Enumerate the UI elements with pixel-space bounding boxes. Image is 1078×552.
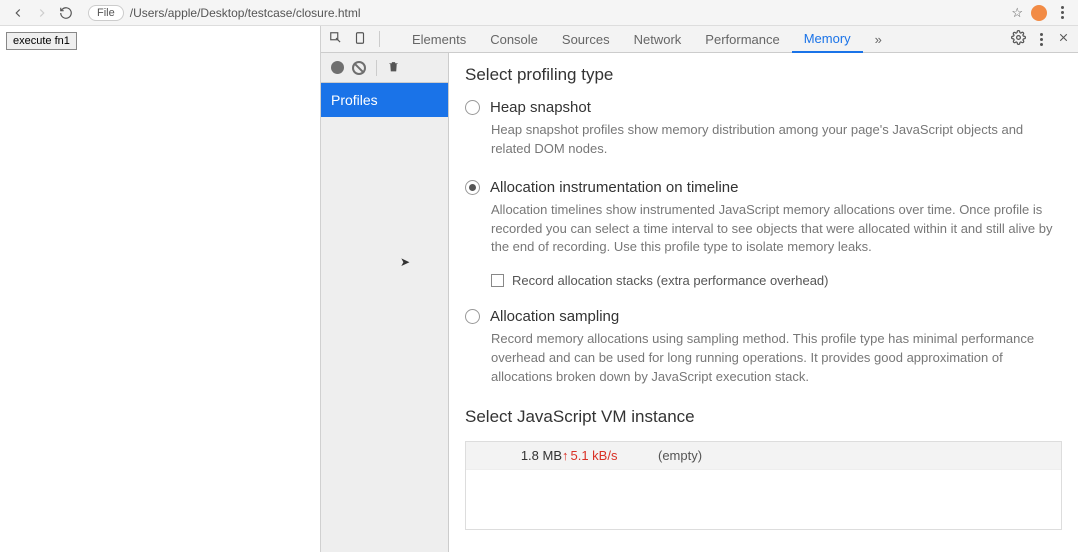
clear-button-icon[interactable] [352, 61, 366, 75]
tabs-overflow[interactable]: » [863, 26, 894, 53]
radio-allocation-sampling[interactable] [465, 309, 480, 324]
option-label[interactable]: Allocation instrumentation on timeline [490, 179, 738, 196]
option-allocation-timeline: Allocation instrumentation on timeline A… [465, 179, 1062, 289]
vm-instance-table: 1.8 MB ↑ 5.1 kB/s (empty) [465, 441, 1062, 530]
option-label[interactable]: Allocation sampling [490, 308, 619, 325]
profiles-sidebar: Profiles [321, 53, 449, 552]
url-path: /Users/apple/Desktop/testcase/closure.ht… [130, 6, 361, 20]
section-title: Select profiling type [465, 65, 1062, 85]
vm-name: (empty) [658, 448, 702, 463]
vm-memory: 1.8 MB [476, 448, 562, 463]
settings-icon[interactable] [1011, 30, 1026, 48]
divider [376, 60, 377, 76]
forward-button[interactable] [32, 3, 52, 23]
back-button[interactable] [8, 3, 28, 23]
devtools-menu-icon[interactable] [1040, 33, 1043, 46]
close-devtools-icon[interactable] [1057, 31, 1070, 47]
execute-button[interactable]: execute fn1 [6, 32, 77, 50]
tab-sources[interactable]: Sources [550, 26, 622, 53]
tab-console[interactable]: Console [478, 26, 550, 53]
devtools-panel: Elements Console Sources Network Perform… [320, 26, 1078, 552]
option-label[interactable]: Heap snapshot [490, 99, 591, 116]
checkbox-label[interactable]: Record allocation stacks (extra performa… [512, 273, 828, 288]
memory-main: Select profiling type Heap snapshot Heap… [449, 53, 1078, 552]
tab-network[interactable]: Network [622, 26, 694, 53]
tab-memory[interactable]: Memory [792, 26, 863, 53]
address-bar[interactable]: File /Users/apple/Desktop/testcase/closu… [88, 5, 361, 21]
trend-up-icon: ↑ [562, 448, 569, 463]
divider [379, 31, 380, 47]
devtools-tabs: Elements Console Sources Network Perform… [400, 26, 894, 53]
radio-heap-snapshot[interactable] [465, 100, 480, 115]
option-heap-snapshot: Heap snapshot Heap snapshot profiles sho… [465, 99, 1062, 159]
vm-rate: ↑ 5.1 kB/s [562, 448, 648, 463]
vm-section-title: Select JavaScript VM instance [465, 407, 1062, 427]
browser-toolbar: File /Users/apple/Desktop/testcase/closu… [0, 0, 1078, 26]
option-description: Heap snapshot profiles show memory distr… [491, 121, 1062, 159]
option-description: Allocation timelines show instrumented J… [491, 201, 1062, 258]
vm-empty-area [466, 469, 1061, 529]
page-content: execute fn1 [0, 26, 320, 56]
devtools-toolbar: Elements Console Sources Network Perform… [321, 26, 1078, 53]
option-description: Record memory allocations using sampling… [491, 330, 1062, 387]
tab-performance[interactable]: Performance [693, 26, 791, 53]
inspect-element-icon[interactable] [329, 31, 343, 48]
reload-button[interactable] [56, 3, 76, 23]
origin-pill: File [88, 5, 124, 21]
record-button-icon[interactable] [331, 61, 344, 74]
extension-icon[interactable] [1031, 5, 1047, 21]
vm-instance-section: Select JavaScript VM instance 1.8 MB ↑ 5… [465, 407, 1062, 530]
option-allocation-sampling: Allocation sampling Record memory alloca… [465, 308, 1062, 387]
tab-elements[interactable]: Elements [400, 26, 478, 53]
checkbox-record-stacks[interactable] [491, 274, 504, 287]
sidebar-item-profiles[interactable]: Profiles [321, 83, 448, 117]
vm-instance-row[interactable]: 1.8 MB ↑ 5.1 kB/s (empty) [466, 442, 1061, 469]
delete-icon[interactable] [387, 60, 400, 76]
radio-allocation-timeline[interactable] [465, 180, 480, 195]
device-toggle-icon[interactable] [353, 31, 367, 48]
bookmark-icon[interactable]: ☆ [1011, 5, 1023, 21]
sidebar-actions [321, 53, 448, 83]
browser-menu-icon[interactable] [1055, 6, 1070, 19]
